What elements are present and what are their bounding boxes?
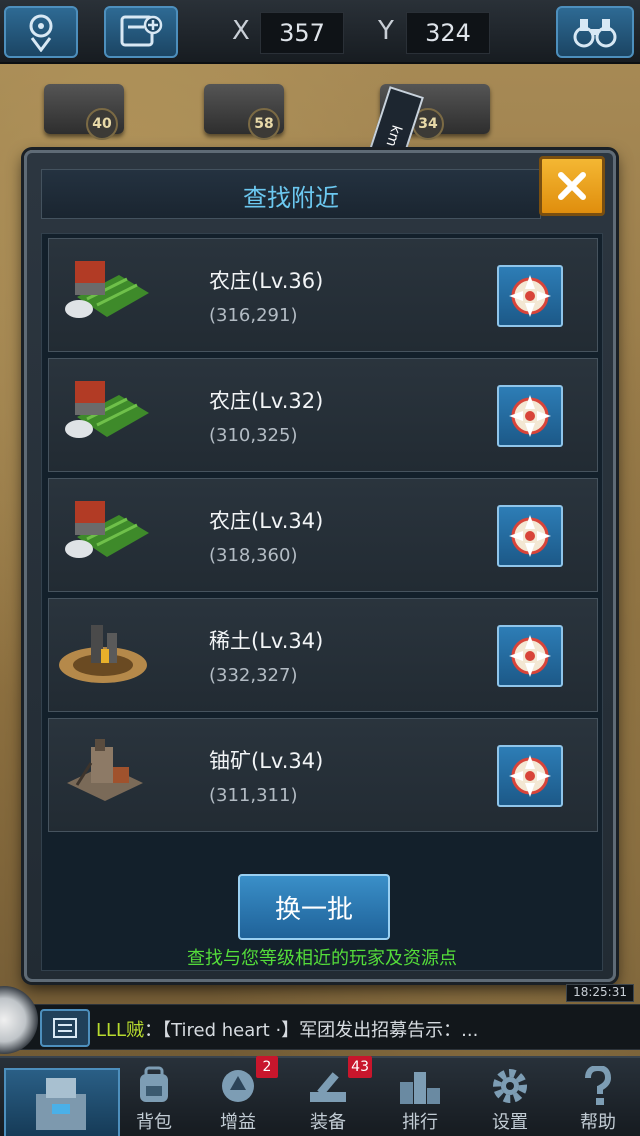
base-button[interactable] [4,1068,120,1136]
nav-label: 背包 [136,1112,172,1133]
result-list: 农庄(Lv.36) (316,291) 农庄(Lv.32) (310,325) … [41,233,603,971]
farm-icon [57,493,153,573]
chat-message-text: ：【Tired heart ·】军团发出招募告示：... [144,1020,479,1041]
nav-label: 增益 [220,1112,256,1133]
y-label: Y [378,16,394,46]
x-coordinate-input[interactable]: 357 [260,12,344,54]
notification-badge: 43 [348,1056,372,1078]
chat-bar[interactable]: LLL贼：【Tired heart ·】军团发出招募告示：... [0,1004,640,1050]
base-building-icon [36,1078,86,1130]
y-coordinate-input[interactable]: 324 [406,12,490,54]
dialog-title: 查找附近 [243,184,339,212]
map-level-badge: 40 [86,108,118,140]
close-button[interactable] [539,156,605,216]
item-coordinates: (332,327) [209,665,298,686]
item-name: 稀土(Lv.34) [209,629,324,653]
item-coordinates: (311,311) [209,785,298,806]
chat-sender: LLL贼 [96,1020,145,1041]
add-bookmark-icon [120,15,163,47]
crosshair-icon [509,515,551,557]
item-name: 铀矿(Lv.34) [209,749,324,773]
nav-label: 设置 [492,1112,528,1133]
nav-ranking[interactable]: 排行 [376,1058,464,1136]
add-bookmark-button[interactable] [104,6,178,58]
locate-button[interactable] [497,385,563,447]
x-label: X [232,16,250,46]
backpack-icon [132,1064,176,1108]
location-button[interactable] [4,6,78,58]
notification-badge: 2 [256,1056,278,1078]
ranking-icon [398,1064,442,1108]
list-item[interactable]: 铀矿(Lv.34) (311,311) [48,718,598,832]
nav-equipment[interactable]: 43 装备 [284,1056,372,1136]
close-icon [558,172,586,200]
locate-button[interactable] [497,265,563,327]
nav-boost[interactable]: 2 增益 [194,1056,282,1136]
list-item[interactable]: 农庄(Lv.36) (316,291) [48,238,598,352]
chat-message: LLL贼：【Tired heart ·】军团发出招募告示：... [96,1016,478,1042]
list-item[interactable]: 稀土(Lv.34) (332,327) [48,598,598,712]
nav-label: 帮助 [580,1112,616,1133]
nav-help[interactable]: 帮助 [554,1058,640,1136]
uranium-mine-icon [57,733,153,813]
crosshair-icon [509,755,551,797]
chat-list-icon [53,1018,77,1038]
item-coordinates: (310,325) [209,425,298,446]
top-bar: X 357 Y 324 [0,0,640,64]
crosshair-icon [509,395,551,437]
list-item[interactable]: 农庄(Lv.34) (318,360) [48,478,598,592]
farm-icon [57,373,153,453]
nav-label: 装备 [310,1112,346,1133]
farm-icon [57,253,153,333]
boost-icon [216,1064,260,1108]
nav-settings[interactable]: 设置 [466,1058,554,1136]
item-name: 农庄(Lv.32) [209,389,324,413]
bottom-nav: 背包 2 增益 43 装备 排行 设置 帮助 [0,1056,640,1136]
list-item[interactable]: 农庄(Lv.32) (310,325) [48,358,598,472]
rare-earth-mine-icon [57,613,153,693]
gear-icon [488,1064,532,1108]
help-icon [576,1064,620,1108]
equipment-icon [306,1064,350,1108]
clock: 18:25:31 [566,984,634,1002]
binoculars-icon [573,19,617,48]
map-level-badge: 58 [248,108,280,140]
locate-button[interactable] [497,505,563,567]
crosshair-icon [509,275,551,317]
dialog-title-bar: 查找附近 [41,169,541,219]
search-nearby-dialog: 查找附近 农庄(Lv.36) (316,291) 农庄(Lv.32) (310,… [24,150,616,982]
search-nearby-button[interactable] [556,6,634,58]
item-coordinates: (318,360) [209,545,298,566]
map-pin-icon [29,14,53,52]
refresh-list-button[interactable]: 换一批 [238,874,390,940]
nav-backpack[interactable]: 背包 [110,1058,198,1136]
item-name: 农庄(Lv.34) [209,509,324,533]
chat-button[interactable] [40,1009,90,1047]
nav-label: 排行 [402,1112,438,1133]
item-name: 农庄(Lv.36) [209,269,324,293]
item-coordinates: (316,291) [209,305,298,326]
crosshair-icon [509,635,551,677]
locate-button[interactable] [497,745,563,807]
marker-text: km [382,122,405,149]
hint-text: 查找与您等级相近的玩家及资源点 [187,948,457,969]
locate-button[interactable] [497,625,563,687]
